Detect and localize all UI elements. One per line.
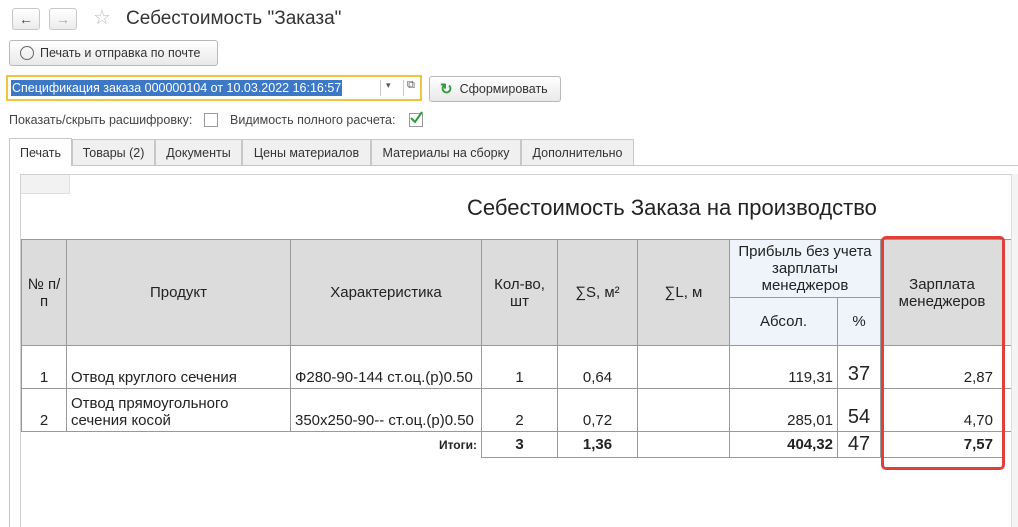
full-calc-label: Видимость полного расчета: <box>230 113 396 127</box>
arrow-left-icon: ← <box>19 11 33 27</box>
header-area: ∑S, м² <box>557 239 638 346</box>
document-select[interactable]: Спецификация заказа 000000104 от 10.03.2… <box>6 75 422 101</box>
header-qty: Кол-во, шт <box>481 239 558 346</box>
row-pct: 54 <box>837 388 881 432</box>
totals-length <box>637 431 730 458</box>
open-icon[interactable]: ⧉ <box>407 79 415 92</box>
totals-qty: 3 <box>481 431 558 458</box>
tab-additional[interactable]: Дополнительно <box>521 139 634 165</box>
row-area: 0,64 <box>557 345 638 389</box>
document-select-value[interactable]: Спецификация заказа 000000104 от 10.03.2… <box>11 80 343 96</box>
report-title: Себестоимость Заказа на производство <box>467 195 877 220</box>
scrollbar[interactable] <box>1011 174 1018 527</box>
totals-label: Итоги: <box>21 431 482 458</box>
check-icon <box>410 111 423 124</box>
totals-row: Итоги: 3 1,36 404,32 47 7,57 <box>21 431 1016 458</box>
header-length: ∑L, м <box>637 239 730 346</box>
full-calc-checkbox[interactable] <box>409 111 423 127</box>
arrow-right-icon: → <box>56 11 70 27</box>
tab-goods[interactable]: Товары (2) <box>72 139 155 165</box>
row-num: 1 <box>21 345 67 389</box>
window-title: Себестоимость "Заказа" <box>126 8 342 29</box>
row-length <box>637 388 730 432</box>
table-row: 1 Отвод круглого сечения Ф280-90-144 ст.… <box>21 345 1016 389</box>
header-profit: Прибыль без учета зарплаты менеджеров <box>729 239 881 298</box>
totals-pct: 47 <box>837 431 881 458</box>
generate-button[interactable]: ↻ Сформировать <box>429 76 561 102</box>
favorite-star-icon[interactable]: ☆ <box>93 5 111 30</box>
row-pct: 37 <box>837 345 881 389</box>
toggle-details-label: Показать/скрыть расшифровку: <box>9 113 193 127</box>
salary-highlight-box <box>881 236 1005 470</box>
row-area: 0,72 <box>557 388 638 432</box>
toggle-details-checkbox[interactable] <box>204 113 218 127</box>
row-product: Отвод круглого сечения <box>66 345 291 389</box>
totals-area: 1,36 <box>557 431 638 458</box>
header-product: Продукт <box>66 239 291 346</box>
tab-documents[interactable]: Документы <box>155 139 242 165</box>
row-characteristic: 350x250-90-- ст.оц.(р)0.50 <box>290 388 482 432</box>
dropdown-arrow-icon[interactable]: ▾ <box>386 80 391 91</box>
header-pct: % <box>837 297 881 346</box>
row-qty: 1 <box>481 345 558 389</box>
row-qty: 2 <box>481 388 558 432</box>
table-row: 2 Отвод прямоугольного сечения косой 350… <box>21 388 1016 432</box>
print-globe-icon <box>20 46 34 60</box>
row-abs: 285,01 <box>729 388 838 432</box>
row-length <box>637 345 730 389</box>
header-abs: Абсол. <box>729 297 838 346</box>
refresh-icon: ↻ <box>440 81 453 98</box>
cost-report-table: № п/п Продукт Характеристика Кол-во, шт … <box>21 239 1016 458</box>
row-product: Отвод прямоугольного сечения косой <box>66 388 291 432</box>
print-send-button[interactable]: Печать и отправка по почте <box>9 40 218 66</box>
print-send-label: Печать и отправка по почте <box>40 46 201 60</box>
tab-material-prices[interactable]: Цены материалов <box>242 139 371 165</box>
row-num: 2 <box>21 388 67 432</box>
row-characteristic: Ф280-90-144 ст.оц.(р)0.50 <box>290 345 482 389</box>
tab-print[interactable]: Печать <box>9 138 72 166</box>
header-characteristic: Характеристика <box>290 239 482 346</box>
row-abs: 119,31 <box>729 345 838 389</box>
totals-abs: 404,32 <box>729 431 838 458</box>
header-num: № п/п <box>21 239 67 346</box>
tab-assembly-materials[interactable]: Материалы на сборку <box>371 139 521 165</box>
forward-button[interactable]: → <box>49 8 77 30</box>
generate-label: Сформировать <box>459 82 548 96</box>
back-button[interactable]: ← <box>12 8 40 30</box>
